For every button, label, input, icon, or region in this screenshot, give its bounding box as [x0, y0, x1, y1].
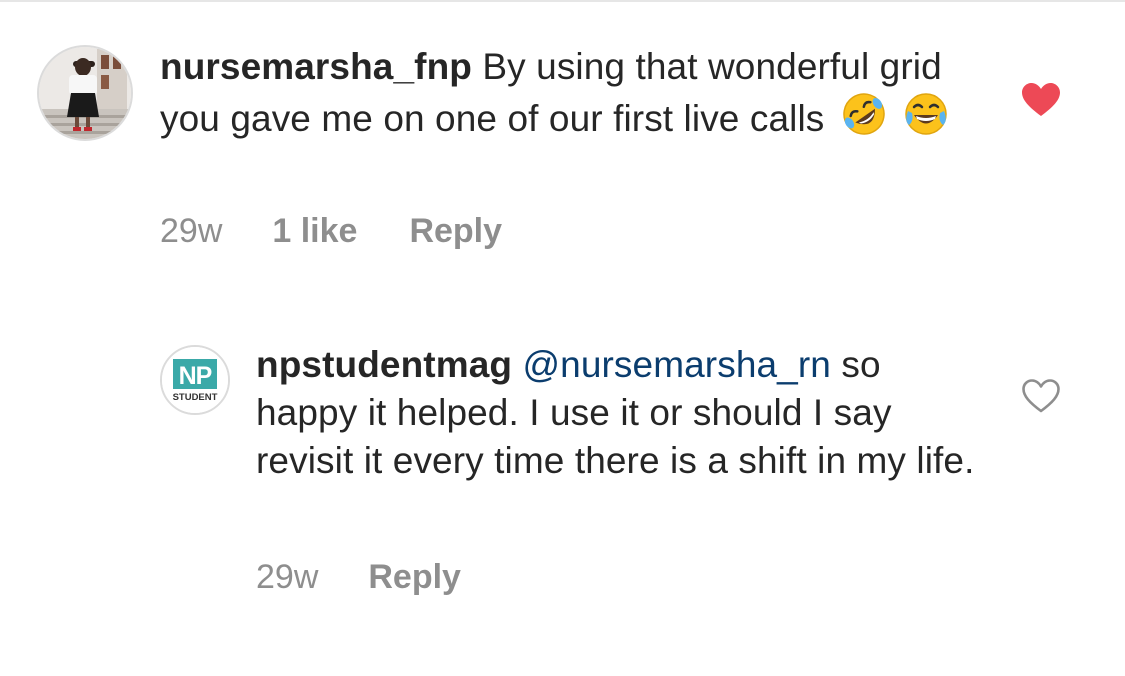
reply-button[interactable]: Reply — [409, 212, 502, 251]
heart-outline-icon[interactable] — [1021, 378, 1061, 414]
likes-count-button[interactable]: 1 like — [272, 212, 357, 251]
rolling-on-floor-laughing-emoji — [843, 93, 885, 135]
avatar[interactable] — [37, 45, 133, 141]
svg-text:NP: NP — [179, 362, 212, 390]
comment-timestamp: 29w — [160, 212, 223, 250]
tears-of-joy-emoji — [905, 93, 947, 135]
reply-button[interactable]: Reply — [368, 558, 461, 597]
svg-text:STUDENT: STUDENT — [173, 392, 218, 403]
heart-filled-icon[interactable] — [1021, 82, 1061, 118]
avatar[interactable]: NP STUDENT — [160, 345, 230, 415]
comment-text: nursemarsha_fnp By using that wonderful … — [160, 43, 960, 143]
comment-text: npstudentmag @nursemarsha_rn so happy it… — [256, 341, 986, 485]
comment-username[interactable]: npstudentmag — [256, 344, 512, 385]
comment-meta: 29w 1 like Reply — [160, 212, 554, 251]
np-student-logo-avatar: NP STUDENT — [162, 347, 228, 413]
comment-meta: 29w Reply — [256, 558, 513, 597]
top-divider — [0, 0, 1125, 2]
comment-username[interactable]: nursemarsha_fnp — [160, 46, 472, 87]
mention-link[interactable]: @nursemarsha_rn — [522, 344, 830, 385]
comment-timestamp: 29w — [256, 558, 319, 596]
person-photo-avatar — [39, 47, 131, 139]
